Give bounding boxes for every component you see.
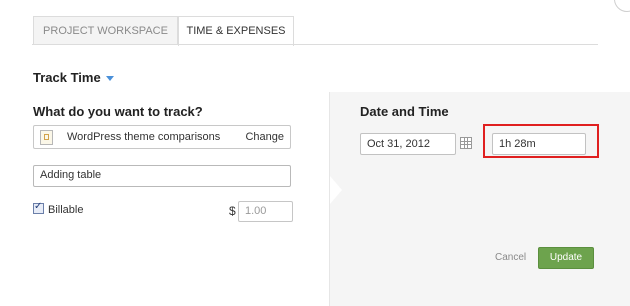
track-time-label: Track Time — [33, 70, 101, 85]
track-time-dropdown[interactable]: Track Time — [33, 70, 114, 85]
tab-time-expenses[interactable]: TIME & EXPENSES — [178, 16, 294, 46]
billable-label: Billable — [48, 204, 84, 216]
date-input[interactable]: Oct 31, 2012 — [360, 133, 456, 155]
tab-divider — [32, 44, 598, 45]
duration-input[interactable]: 1h 28m — [492, 133, 586, 155]
project-name: WordPress theme comparisons — [67, 131, 221, 143]
currency-symbol: $ — [229, 204, 236, 218]
date-time-heading: Date and Time — [360, 104, 449, 119]
change-project-button[interactable]: Change — [245, 131, 284, 143]
update-button[interactable]: Update — [538, 247, 594, 269]
panel-arrow — [330, 176, 342, 204]
rate-input[interactable]: 1.00 — [238, 201, 293, 222]
caret-down-icon — [105, 76, 114, 82]
cancel-button[interactable]: Cancel — [495, 252, 526, 263]
track-question-heading: What do you want to track? — [33, 104, 203, 119]
description-input[interactable]: Adding table — [33, 165, 291, 187]
calendar-icon[interactable] — [460, 137, 472, 149]
billable-checkbox[interactable] — [33, 201, 44, 214]
project-selector: WordPress theme comparisons Change — [33, 125, 291, 149]
project-icon — [40, 130, 53, 145]
tab-project-workspace[interactable]: PROJECT WORKSPACE — [33, 16, 178, 45]
tab-bar: PROJECT WORKSPACE TIME & EXPENSES — [0, 0, 630, 46]
